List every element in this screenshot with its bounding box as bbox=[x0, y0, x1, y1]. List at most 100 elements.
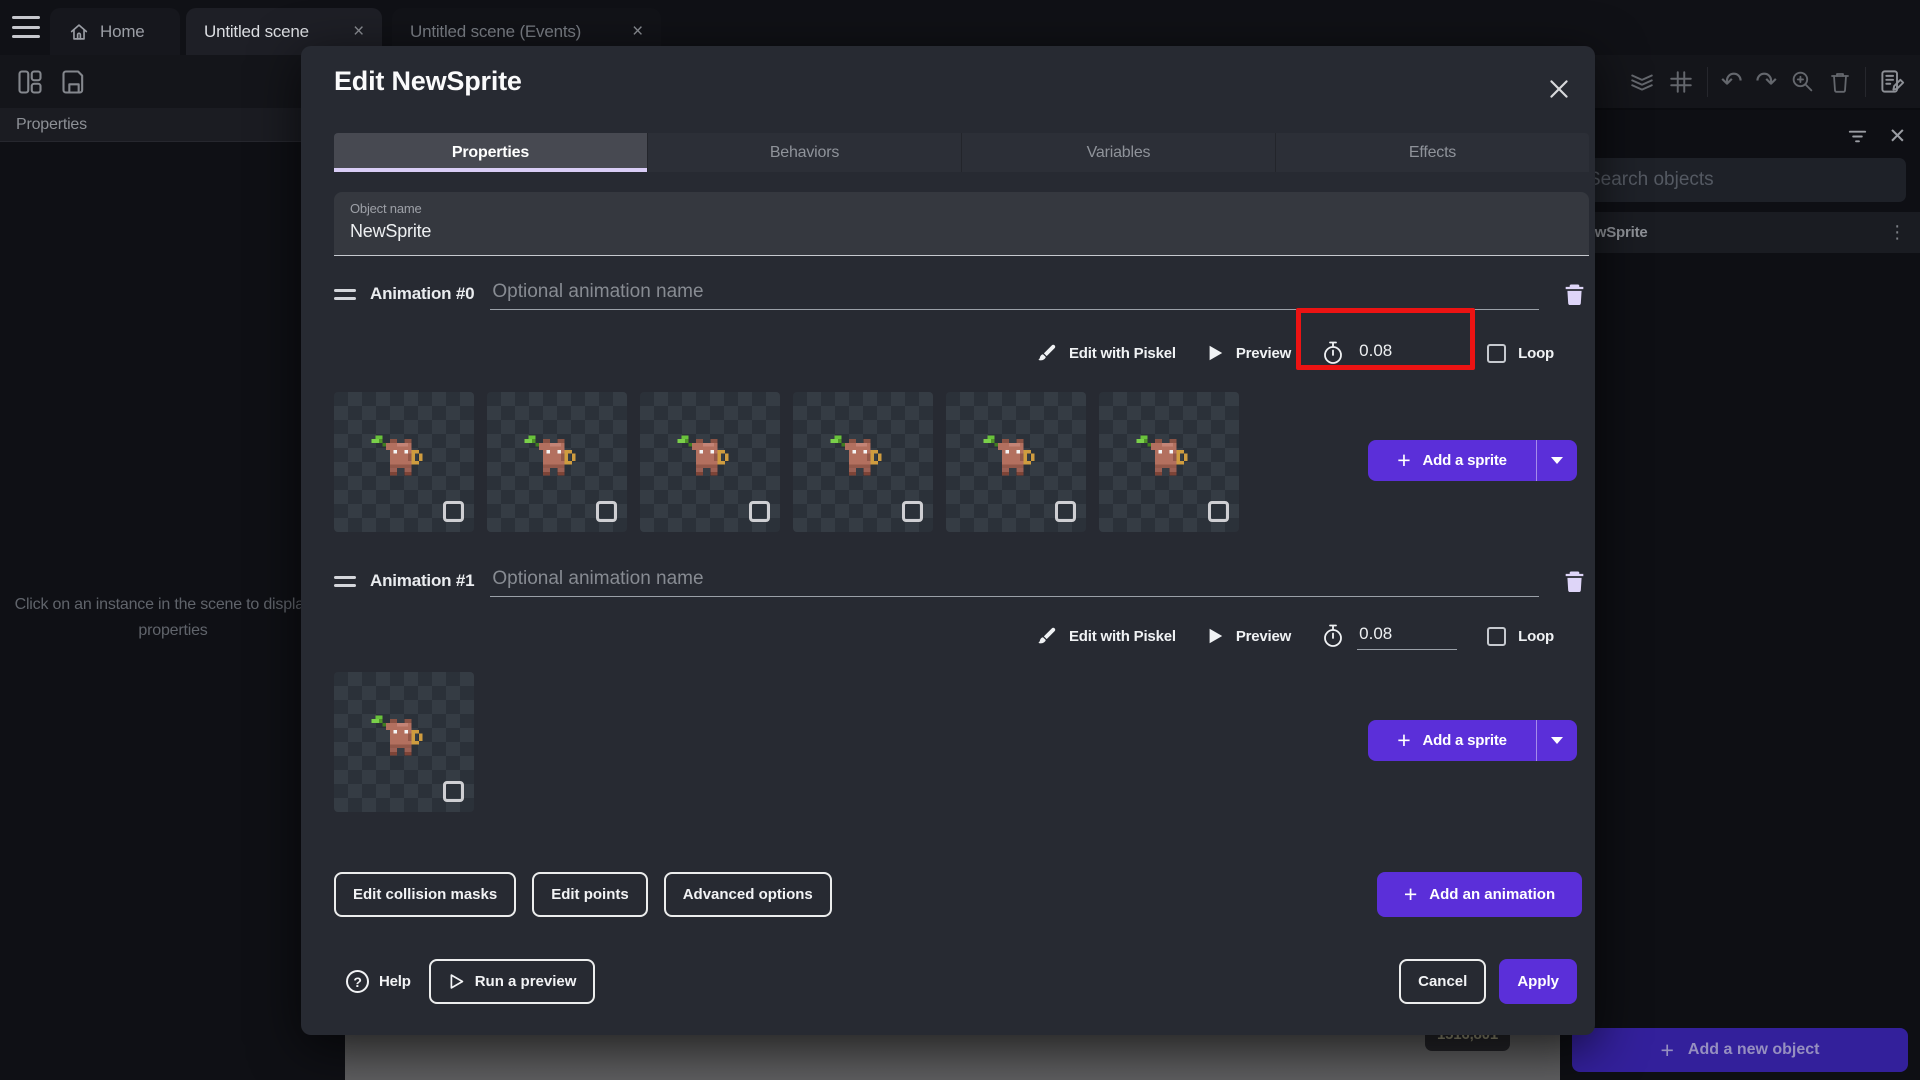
sprite-frame-thumbnail[interactable] bbox=[640, 392, 780, 532]
close-tab-icon[interactable]: × bbox=[353, 22, 364, 41]
apply-button[interactable]: Apply bbox=[1499, 959, 1577, 1004]
sprite-frame-thumbnail[interactable] bbox=[1099, 392, 1239, 532]
add-sprite-dropdown-button[interactable] bbox=[1536, 720, 1577, 761]
preview-button[interactable]: Preview bbox=[1206, 627, 1291, 645]
object-name-field-label: Object name bbox=[350, 201, 422, 216]
dialog-tab-bar: Properties Behaviors Variables Effects bbox=[334, 133, 1589, 172]
close-dialog-icon[interactable] bbox=[1544, 74, 1574, 104]
tab-home[interactable]: Home bbox=[50, 8, 180, 55]
help-button[interactable]: ? Help bbox=[346, 970, 411, 993]
time-between-frames-field[interactable] bbox=[1321, 339, 1458, 367]
loop-label: Loop bbox=[1518, 627, 1554, 645]
add-an-animation-button[interactable]: + Add an animation bbox=[1377, 872, 1582, 917]
tab-effects-label: Effects bbox=[1408, 143, 1457, 161]
tab-variables[interactable]: Variables bbox=[961, 133, 1275, 172]
preview-label: Preview bbox=[1235, 344, 1292, 362]
frame-select-checkbox[interactable] bbox=[596, 501, 617, 522]
add-a-sprite-button[interactable]: + Add a sprite bbox=[1368, 720, 1577, 761]
zoom-in-icon[interactable] bbox=[1790, 69, 1815, 94]
sprite-frame-thumbnail[interactable] bbox=[946, 392, 1086, 532]
objects-panel: ✕ NewSprite ⋮ + Add a new object bbox=[1560, 110, 1920, 1080]
add-sprite-dropdown-button[interactable] bbox=[1536, 440, 1577, 481]
cancel-button[interactable]: Cancel bbox=[1399, 959, 1487, 1004]
add-new-object-button[interactable]: + Add a new object bbox=[1572, 1028, 1908, 1072]
dialog-actions-row: Edit collision masks Edit points Advance… bbox=[334, 872, 832, 917]
loop-label: Loop bbox=[1518, 344, 1554, 362]
loop-checkbox[interactable] bbox=[1487, 343, 1507, 363]
frame-select-checkbox[interactable] bbox=[749, 501, 770, 522]
loop-checkbox[interactable] bbox=[1487, 626, 1507, 646]
animation-1-name-input[interactable] bbox=[490, 565, 1539, 597]
delete-animation-icon[interactable] bbox=[1559, 278, 1589, 310]
edit-points-button[interactable]: Edit points bbox=[532, 872, 648, 917]
sprite-frame-thumbnail[interactable] bbox=[334, 392, 474, 532]
layers-icon[interactable] bbox=[1629, 69, 1655, 95]
edit-with-piskel-label: Edit with Piskel bbox=[1069, 344, 1176, 362]
run-a-preview-label: Run a preview bbox=[474, 973, 577, 990]
frame-select-checkbox[interactable] bbox=[1055, 501, 1076, 522]
frame-select-checkbox[interactable] bbox=[443, 501, 464, 522]
object-list-item-newsprite[interactable]: NewSprite ⋮ bbox=[1560, 212, 1920, 253]
edit-points-label: Edit points bbox=[551, 886, 629, 903]
frame-select-checkbox[interactable] bbox=[1208, 501, 1229, 522]
animation-1-header: Animation #1 bbox=[334, 563, 1589, 599]
edit-scene-events-icon[interactable] bbox=[1879, 68, 1906, 95]
play-outline-icon bbox=[450, 974, 464, 989]
save-icon[interactable] bbox=[60, 68, 88, 96]
edit-with-piskel-button[interactable]: Edit with Piskel bbox=[1036, 343, 1176, 364]
undo-icon[interactable]: ↶ bbox=[1721, 69, 1743, 95]
drag-handle-icon[interactable] bbox=[334, 575, 356, 587]
tab-behaviors[interactable]: Behaviors bbox=[647, 133, 961, 172]
panels-layout-icon[interactable] bbox=[16, 68, 44, 96]
pig-sprite-image bbox=[371, 715, 423, 756]
object-name-field[interactable]: Object name NewSprite bbox=[334, 192, 1589, 256]
main-menu-button[interactable] bbox=[12, 16, 40, 38]
chevron-down-icon bbox=[1551, 737, 1563, 744]
toolbar-separator bbox=[1865, 66, 1866, 97]
redo-icon[interactable]: ↷ bbox=[1755, 69, 1777, 95]
objects-panel-header: ✕ bbox=[1846, 118, 1906, 154]
dialog-footer: ? Help Run a preview Cancel Apply bbox=[346, 959, 1577, 1004]
edit-with-piskel-button[interactable]: Edit with Piskel bbox=[1036, 626, 1176, 647]
frame-select-checkbox[interactable] bbox=[902, 501, 923, 522]
sprite-frame-thumbnail[interactable] bbox=[487, 392, 627, 532]
filter-icon[interactable] bbox=[1846, 125, 1869, 148]
edit-collision-masks-button[interactable]: Edit collision masks bbox=[334, 872, 517, 917]
grid-icon[interactable] bbox=[1668, 69, 1694, 95]
advanced-options-button[interactable]: Advanced options bbox=[663, 872, 832, 917]
add-a-sprite-main[interactable]: + Add a sprite bbox=[1368, 720, 1536, 761]
animation-0-name-input[interactable] bbox=[490, 278, 1539, 310]
frame-select-checkbox[interactable] bbox=[443, 781, 464, 802]
preview-button[interactable]: Preview bbox=[1206, 344, 1291, 362]
loop-toggle[interactable]: Loop bbox=[1487, 626, 1554, 646]
close-tab-icon[interactable]: × bbox=[632, 22, 643, 41]
stopwatch-icon bbox=[1324, 624, 1343, 647]
drag-handle-icon[interactable] bbox=[334, 288, 356, 300]
search-objects-input[interactable] bbox=[1572, 158, 1906, 202]
play-icon bbox=[1209, 628, 1223, 644]
help-icon: ? bbox=[346, 970, 369, 993]
trash-icon[interactable] bbox=[1828, 70, 1852, 94]
time-between-frames-input[interactable] bbox=[1357, 339, 1458, 367]
add-a-sprite-main[interactable]: + Add a sprite bbox=[1368, 440, 1536, 481]
plus-icon: + bbox=[1660, 1036, 1674, 1063]
time-between-frames-field[interactable] bbox=[1321, 622, 1458, 650]
tab-properties[interactable]: Properties bbox=[334, 133, 647, 172]
pig-sprite-image bbox=[677, 435, 729, 476]
pig-sprite-image bbox=[830, 435, 882, 476]
plus-icon: + bbox=[1397, 727, 1411, 753]
properties-empty-message: Click on an instance in the scene to dis… bbox=[14, 596, 332, 639]
sprite-frame-thumbnail[interactable] bbox=[334, 672, 474, 812]
object-options-icon[interactable]: ⋮ bbox=[1888, 222, 1906, 243]
plus-icon: + bbox=[1397, 447, 1411, 473]
run-a-preview-button[interactable]: Run a preview bbox=[428, 959, 596, 1004]
time-between-frames-input[interactable] bbox=[1357, 622, 1458, 650]
pig-sprite-image bbox=[371, 435, 423, 476]
delete-animation-icon[interactable] bbox=[1559, 565, 1589, 597]
sprite-frame-thumbnail[interactable] bbox=[793, 392, 933, 532]
add-an-animation-label: Add an animation bbox=[1429, 886, 1556, 903]
close-panel-icon[interactable]: ✕ bbox=[1889, 126, 1907, 147]
add-a-sprite-button[interactable]: + Add a sprite bbox=[1368, 440, 1577, 481]
tab-effects[interactable]: Effects bbox=[1275, 133, 1589, 172]
loop-toggle[interactable]: Loop bbox=[1487, 343, 1554, 363]
